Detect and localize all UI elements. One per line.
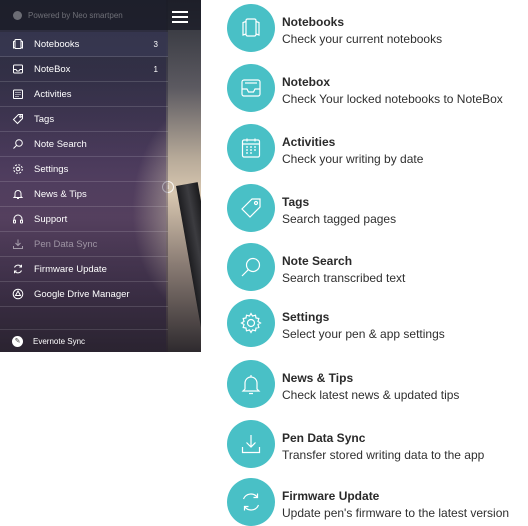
feature-activities: Activities Check your writing by date [227, 124, 527, 172]
feature-settings: Settings Select your pen & app settings [227, 299, 527, 347]
drawer-item-news-tips[interactable]: News & Tips [0, 182, 168, 207]
brand: Powered by Neo smartpen [13, 9, 123, 21]
feature-tags: Tags Search tagged pages [227, 184, 527, 232]
drawer-item-label: Notebooks [34, 38, 80, 50]
count-badge: 1 [153, 64, 158, 74]
feature-title: Notebooks [282, 15, 345, 29]
drawer-item-label: Firmware Update [34, 263, 107, 275]
drawer-item-support[interactable]: Support [0, 207, 168, 232]
drawer-item-label: Support [34, 213, 68, 225]
drawer-item-notebooks[interactable]: Notebooks 3 [0, 32, 168, 57]
neo-logo-icon [13, 10, 22, 20]
feature-description: Transfer stored writing data to the app [282, 448, 485, 462]
headset-icon [12, 213, 24, 225]
feature-description: Select your pen & app settings [282, 327, 445, 341]
feature-news-tips: News & Tips Check latest news & updated … [227, 360, 527, 408]
feature-firmware-update: Firmware Update Update pen's firmware to… [227, 478, 527, 526]
drawer-item-label: Pen Data Sync [34, 238, 98, 250]
notebook-icon [12, 38, 24, 50]
feature-pen-data-sync: Pen Data Sync Transfer stored writing da… [227, 420, 527, 468]
hamburger-menu-icon[interactable] [172, 11, 188, 23]
drawer-item-tags[interactable]: Tags [0, 107, 168, 132]
feature-description: Check Your locked notebooks to NoteBox [282, 92, 503, 106]
gear-icon [227, 299, 275, 347]
search-icon [227, 243, 275, 291]
feature-title: Settings [282, 310, 330, 324]
feature-description: Check your current notebooks [282, 32, 443, 46]
bell-icon [12, 188, 24, 200]
notebox-icon [227, 64, 275, 112]
drawer-item-label: News & Tips [34, 188, 87, 200]
drawer-item-note-search[interactable]: Note Search [0, 132, 168, 157]
bell-icon [227, 360, 275, 408]
drawer-header: Powered by Neo smartpen [0, 0, 201, 30]
drawer-item-label: Settings [34, 163, 69, 175]
notebook-icon [227, 4, 275, 52]
feature-description: Update pen's firmware to the latest vers… [282, 506, 510, 520]
feature-title: Note Search [282, 254, 353, 268]
feature-notebooks: Notebooks Check your current notebooks [227, 4, 527, 52]
evernote-icon: ✎ [12, 336, 23, 347]
drawer-item-pen-data-sync[interactable]: Pen Data Sync [0, 232, 168, 257]
drawer-item-google-drive-manager[interactable]: Google Drive Manager [0, 282, 168, 307]
feature-title: News & Tips [282, 371, 354, 385]
drawer-menu: Notebooks 3 NoteBox 1 Activities Tags No… [0, 32, 168, 307]
refresh-icon [227, 478, 275, 526]
drawer-item-label: Google Drive Manager [34, 288, 130, 300]
drawer-item-label: NoteBox [34, 63, 71, 75]
drawer-item-label: Tags [34, 113, 55, 125]
calendar-icon [227, 124, 275, 172]
feature-description: Search transcribed text [282, 271, 406, 285]
app-screenshot: i Powered by Neo smartpen Notebooks 3 No… [0, 0, 201, 352]
drive-icon [12, 288, 24, 300]
drawer-item-settings[interactable]: Settings [0, 157, 168, 182]
drawer-item-label: Activities [34, 88, 72, 100]
drawer-item-label: Evernote Sync [33, 337, 86, 346]
feature-description: Check latest news & updated tips [282, 388, 460, 402]
drawer-item-evernote-sync[interactable]: ✎ Evernote Sync [0, 329, 168, 352]
refresh-icon [12, 263, 24, 275]
notebox-icon [12, 63, 24, 75]
feature-title: Notebox [282, 75, 330, 89]
count-badge: 3 [153, 39, 158, 49]
drawer-item-label: Note Search [34, 138, 87, 150]
feature-title: Pen Data Sync [282, 431, 366, 445]
brand-text: Powered by Neo smartpen [28, 10, 123, 20]
drawer-item-activities[interactable]: Activities [0, 82, 168, 107]
feature-title: Firmware Update [282, 489, 380, 503]
feature-description: Check your writing by date [282, 152, 424, 166]
feature-title: Activities [282, 135, 336, 149]
calendar-icon [12, 88, 24, 100]
drawer-item-firmware-update[interactable]: Firmware Update [0, 257, 168, 282]
tag-icon [12, 113, 24, 125]
gear-icon [12, 163, 24, 175]
download-icon [12, 238, 24, 250]
download-icon [227, 420, 275, 468]
drawer-item-notebox[interactable]: NoteBox 1 [0, 57, 168, 82]
feature-title: Tags [282, 195, 310, 209]
feature-note-search: Note Search Search transcribed text [227, 243, 527, 291]
search-icon [12, 138, 24, 150]
feature-description: Search tagged pages [282, 212, 397, 226]
feature-notebox: Notebox Check Your locked notebooks to N… [227, 64, 527, 112]
tag-icon [227, 184, 275, 232]
